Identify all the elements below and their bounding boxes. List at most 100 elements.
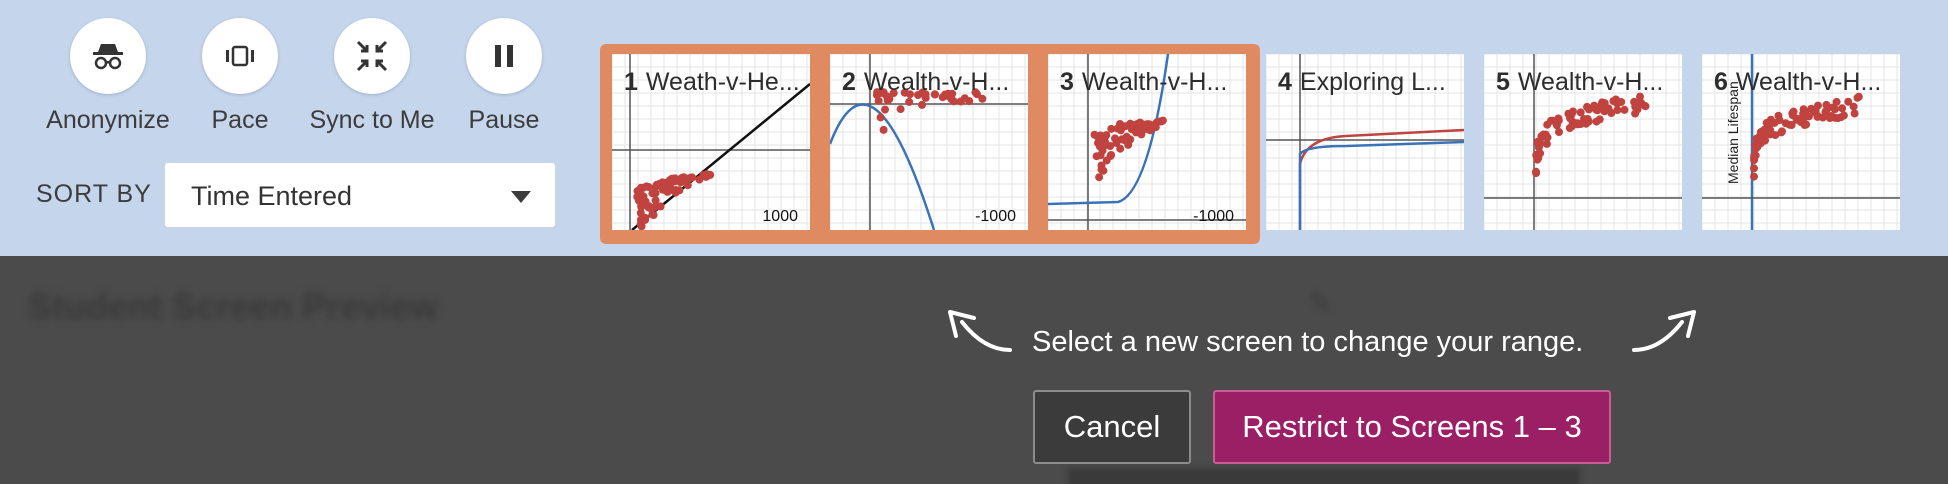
anonymize-button[interactable]: Anonymize: [33, 18, 183, 135]
scatter-point: [879, 125, 888, 134]
sort-by-label: SORT BY: [36, 180, 152, 208]
scatter-point: [1548, 116, 1557, 125]
pencil-icon: ✎: [1308, 287, 1334, 320]
screen-title: 4 Exploring L...: [1278, 68, 1458, 97]
scatter-point: [1785, 120, 1794, 129]
scatter-point: [896, 105, 905, 114]
scatter-point: [1750, 164, 1758, 173]
scatter-point: [642, 182, 651, 191]
screen-number: 3: [1060, 68, 1074, 96]
screen-title-text: Wealth-v-H...: [1517, 68, 1664, 96]
scatter-point: [1576, 120, 1585, 128]
restrict-to-screens-button[interactable]: Restrict to Screens 1 – 3: [1213, 390, 1611, 464]
scatter-point: [1800, 121, 1809, 129]
scatter-point: [905, 97, 914, 106]
screen-number: 5: [1496, 68, 1510, 96]
screen-title-text: Wealth-v-H...: [1735, 68, 1882, 96]
function-curve: [1298, 140, 1464, 230]
screen-thumbnail-4[interactable]: 4 Exploring L...: [1266, 54, 1464, 230]
blurred-background-bar: [1068, 468, 1580, 484]
pause-label: Pause: [468, 106, 540, 134]
scatter-point: [1844, 97, 1853, 106]
anonymize-label: Anonymize: [46, 106, 170, 134]
scatter-point: [965, 97, 974, 106]
scatter-point: [1811, 107, 1820, 115]
screen-thumbnail-3[interactable]: 3 Wealth-v-H... -1000: [1048, 54, 1246, 230]
screen-thumbnail-2[interactable]: 2 Wealth-v-H... -1000: [830, 54, 1028, 230]
sort-by-select[interactable]: Time Entered: [164, 162, 556, 228]
scatter-point: [1102, 156, 1111, 165]
scatter-point: [1832, 97, 1841, 106]
blurred-background-title: Student Screen Preview: [28, 286, 439, 327]
sync-arrows-icon: [356, 40, 388, 72]
screen-title: 2 Wealth-v-H...: [842, 68, 1022, 97]
scatter-point: [1128, 120, 1137, 129]
screen-title-text: Weath-v-He...: [645, 68, 800, 96]
scatter-point: [1631, 109, 1640, 118]
scatter-point: [1107, 124, 1116, 133]
teacher-toolbar: Anonymize Pace Sync to Me Pause SORT BY …: [0, 0, 1948, 256]
scatter-point: [1095, 173, 1104, 182]
scatter-point: [1583, 102, 1591, 111]
axis-tick-label: -1000: [1193, 208, 1234, 225]
screen-title: 5 Wealth-v-H...: [1496, 68, 1676, 97]
screen-title: 3 Wealth-v-H...: [1060, 68, 1240, 97]
pause-button[interactable]: Pause: [429, 18, 579, 135]
screen-title: 6 Wealth-v-H...: [1714, 68, 1894, 97]
scatter-point: [1539, 130, 1548, 139]
scatter-point: [1641, 102, 1650, 111]
scatter-point: [1096, 151, 1105, 160]
scatter-point: [876, 113, 885, 122]
scatter-point: [650, 203, 659, 212]
scatter-point: [1137, 130, 1146, 139]
scatter-point: [1850, 109, 1859, 118]
scatter-point: [1750, 172, 1758, 181]
range-select-overlay: Student Screen Preview ✎ Select a new sc…: [0, 256, 1948, 484]
screen-thumbnail-6[interactable]: Median Lifespan 6 Wealth-v-H...: [1702, 54, 1900, 230]
scatter-point: [1762, 118, 1771, 127]
scatter-point: [1595, 115, 1604, 124]
screen-thumbnail-5[interactable]: 5 Wealth-v-H...: [1484, 54, 1682, 230]
scatter-point: [1590, 101, 1599, 110]
scatter-point: [1600, 107, 1609, 116]
screen-thumbnail-1[interactable]: 1 Weath-v-He... 1000: [612, 54, 810, 230]
scatter-point: [1116, 144, 1125, 153]
screen-title-text: Exploring L...: [1299, 68, 1446, 96]
scatter-point: [1827, 112, 1836, 120]
scatter-point: [655, 179, 664, 188]
scatter-point: [881, 105, 889, 114]
scatter-point: [1838, 104, 1847, 113]
scatter-point: [683, 181, 692, 190]
scatter-point: [1555, 128, 1563, 136]
scatter-point: [1620, 105, 1629, 114]
pace-button[interactable]: Pace: [165, 18, 315, 135]
scatter-point: [649, 211, 658, 219]
scatter-point: [688, 173, 697, 182]
scatter-point: [1569, 107, 1577, 116]
screen-title-text: Wealth-v-H...: [863, 68, 1010, 96]
scatter-point: [1598, 98, 1607, 107]
scatter-point: [1099, 132, 1108, 141]
pace-icon: [226, 45, 254, 67]
screen-number: 1: [624, 68, 638, 96]
scatter-point: [679, 173, 688, 182]
scatter-point: [1149, 121, 1158, 130]
scatter-point: [1617, 98, 1626, 106]
sync-to-me-label: Sync to Me: [309, 106, 435, 134]
scatter-point: [1116, 120, 1124, 128]
scatter-point: [1532, 169, 1541, 178]
scatter-point: [1111, 134, 1119, 143]
screen-number: 2: [842, 68, 856, 96]
sync-to-me-button[interactable]: Sync to Me: [297, 18, 447, 135]
screen-number: 4: [1278, 68, 1292, 96]
scatter-point: [874, 96, 883, 105]
scatter-point: [918, 100, 926, 109]
scatter-point: [702, 170, 711, 179]
scatter-point: [1097, 165, 1106, 174]
chevron-down-icon: [511, 191, 531, 203]
scatter-point: [1122, 132, 1131, 141]
cancel-button[interactable]: Cancel: [1033, 390, 1191, 464]
scatter-point: [695, 175, 704, 184]
axis-tick-label: 1000: [762, 208, 798, 225]
scatter-point: [1778, 127, 1786, 136]
